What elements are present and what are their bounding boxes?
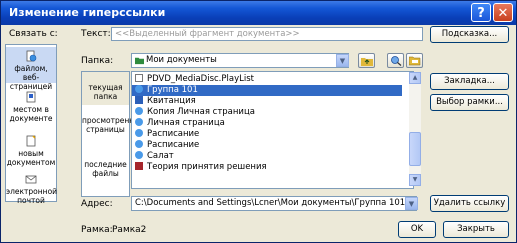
bookmark-button[interactable]: Закладка... — [430, 73, 509, 90]
folder-dropdown-button[interactable]: ▼ — [336, 54, 349, 67]
display-text-field[interactable]: <<Выделенный фрагмент документа>> — [111, 27, 423, 41]
tab-current-folder[interactable]: текущая папка — [82, 72, 129, 105]
web-page-icon — [135, 129, 143, 137]
address-dropdown-button[interactable]: ▼ — [405, 197, 418, 210]
scroll-up-arrow[interactable]: ▲ — [409, 72, 421, 84]
playlist-file-icon — [135, 74, 143, 82]
web-page-icon — [135, 85, 143, 93]
scroll-down-arrow[interactable]: ▼ — [409, 174, 421, 186]
frame-value: Рамка2 — [112, 225, 147, 235]
word-doc-icon — [135, 96, 143, 104]
link-to-file-label: файлом, веб-страницей — [9, 64, 53, 91]
list-item[interactable]: Личная страница — [132, 118, 402, 129]
list-item[interactable]: PDVD_MediaDisc.PlayList — [132, 74, 402, 85]
bookmark-doc-icon — [26, 91, 36, 103]
browse-web-button[interactable] — [387, 53, 404, 68]
new-doc-icon — [26, 135, 36, 147]
folder-label: Папка: — [81, 56, 114, 66]
close-dialog-button[interactable]: Закрыть — [443, 221, 509, 238]
link-to-label: Связать с: — [9, 29, 58, 39]
list-item[interactable]: Расписание — [132, 129, 402, 140]
open-folder-icon — [409, 56, 421, 66]
dialog-title: Изменение гиперссылки — [9, 6, 166, 19]
web-page-icon — [135, 140, 143, 148]
list-item[interactable]: Расписание — [132, 140, 402, 151]
tab-browsed-pages[interactable]: просмотренные страницы — [82, 112, 145, 146]
screentip-button[interactable]: Подсказка... — [430, 26, 509, 43]
remove-link-button[interactable]: Удалить ссылку — [430, 195, 509, 212]
help-button[interactable]: ? — [471, 3, 491, 22]
view-tabs-panel: текущая папка просмотренные страницы пос… — [81, 71, 145, 197]
address-combobox[interactable]: C:\Documents and Settings\Lcner\Мои доку… — [131, 196, 417, 211]
scroll-thumb[interactable] — [409, 132, 421, 166]
list-item[interactable]: Теория принятия решения — [132, 162, 402, 173]
up-folder-button[interactable] — [358, 53, 375, 68]
address-label: Адрес: — [81, 199, 113, 209]
text-label: Текст: — [81, 29, 111, 39]
list-item[interactable]: Копия Личная страница — [132, 107, 402, 118]
link-to-new-document[interactable]: новым документом — [6, 135, 56, 167]
globe-file-icon — [26, 50, 37, 62]
link-to-new-doc-label: новым документом — [6, 149, 56, 167]
folder-value: Мои документы — [146, 55, 217, 65]
tab-recent-files[interactable]: последние файлы — [82, 156, 129, 186]
link-to-place-in-document[interactable]: местом в документе — [6, 91, 56, 125]
target-frame-button[interactable]: Выбор рамки... — [430, 94, 509, 111]
edit-hyperlink-dialog: Изменение гиперссылки ? ✕ Связать с: фай… — [0, 0, 517, 243]
list-item[interactable]: Салат — [132, 151, 402, 162]
web-page-icon — [135, 118, 143, 126]
file-list-scrollbar[interactable]: ▲ ▼ — [409, 72, 421, 186]
web-page-icon — [135, 107, 143, 115]
title-bar[interactable]: Изменение гиперссылки ? ✕ — [1, 1, 516, 25]
link-to-place-label: местом в документе — [9, 105, 53, 123]
browse-file-button[interactable] — [406, 53, 423, 68]
ok-button[interactable]: OK — [398, 221, 436, 238]
folder-combobox[interactable]: Мои документы — [131, 53, 349, 68]
link-to-file-web-page[interactable]: файлом, веб-страницей — [6, 47, 56, 91]
email-icon — [25, 175, 37, 184]
frame-label: Рамка: — [81, 225, 113, 235]
search-web-icon — [391, 56, 402, 66]
link-to-panel: файлом, веб-страницей местом в документе… — [5, 44, 57, 205]
link-to-email[interactable]: электронной почтой — [6, 173, 57, 205]
folder-icon — [135, 57, 144, 65]
list-item[interactable]: Квитанция — [132, 96, 402, 107]
web-page-icon — [135, 151, 143, 159]
link-to-email-label: электронной почтой — [6, 187, 58, 205]
file-list[interactable]: PDVD_MediaDisc.PlayList Группа 101 Квита… — [131, 71, 414, 189]
close-button[interactable]: ✕ — [493, 3, 513, 22]
access-db-icon — [135, 162, 143, 170]
list-item[interactable]: Группа 101 — [132, 85, 402, 96]
folder-up-icon — [361, 58, 373, 66]
